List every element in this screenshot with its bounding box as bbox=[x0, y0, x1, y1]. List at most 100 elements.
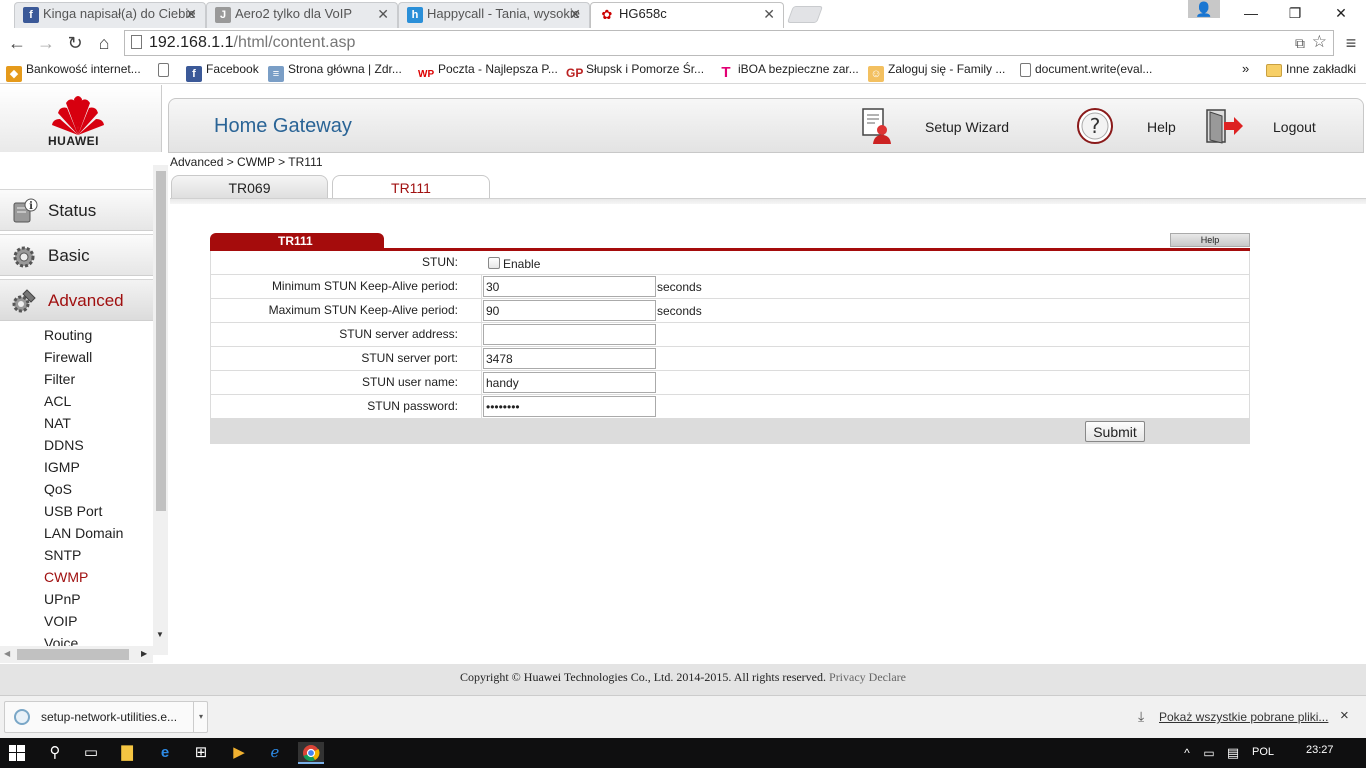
sidebar-subitem-upnp[interactable]: UPnP bbox=[0, 588, 153, 610]
close-icon[interactable]: ✕ bbox=[377, 3, 389, 25]
media-player-icon[interactable]: ▶ bbox=[226, 742, 252, 764]
task-view-icon[interactable]: ▭ bbox=[78, 742, 104, 764]
windows-start-icon[interactable] bbox=[4, 742, 30, 764]
other-bookmarks[interactable]: Inne zakładki bbox=[1266, 62, 1356, 77]
browser-tab-aero2[interactable]: J Aero2 tylko dla VoIP ✕ bbox=[206, 2, 398, 28]
sidebar-subitem-cwmp[interactable]: CWMP bbox=[0, 566, 153, 588]
sidebar-subitem-ddns[interactable]: DDNS bbox=[0, 434, 153, 456]
download-options-icon[interactable]: ▾ bbox=[193, 702, 208, 732]
bookmark-poczta[interactable]: WP Poczta - Najlepsza P... bbox=[418, 62, 558, 83]
browser-tab-facebook[interactable]: f Kinga napisał(a) do Ciebie ✕ bbox=[14, 2, 206, 28]
chrome-icon[interactable] bbox=[298, 742, 324, 764]
bookmarks-overflow[interactable]: » bbox=[1242, 61, 1249, 76]
sidebar-subitem-qos[interactable]: QoS bbox=[0, 478, 153, 500]
page-icon bbox=[1020, 63, 1031, 77]
help-link[interactable]: Help bbox=[1147, 119, 1176, 135]
scroll-right-icon[interactable]: ▶ bbox=[141, 649, 147, 658]
edge-icon[interactable]: e bbox=[152, 742, 178, 764]
setup-wizard-icon[interactable] bbox=[860, 107, 894, 145]
sidebar-subitem-nat[interactable]: NAT bbox=[0, 412, 153, 434]
notifications-icon[interactable]: ▤ bbox=[1220, 742, 1246, 764]
bookmark-iboa[interactable]: TiBOA bezpieczne zar... bbox=[718, 62, 859, 81]
scroll-left-icon[interactable]: ◀ bbox=[4, 649, 10, 658]
user-profile-icon[interactable]: 👤 bbox=[1188, 0, 1220, 18]
user-name-input[interactable] bbox=[483, 372, 656, 393]
logout-link[interactable]: Logout bbox=[1273, 119, 1316, 135]
browser-tab-hg658c[interactable]: ✿ HG658c ✕ bbox=[590, 2, 784, 28]
file-explorer-icon[interactable]: ▇ bbox=[114, 742, 140, 764]
bookmark-strona[interactable]: ≡ Strona główna | Zdr... bbox=[268, 62, 402, 82]
store-icon[interactable]: ⊞ bbox=[188, 742, 214, 764]
help-icon[interactable]: ? bbox=[1076, 107, 1114, 145]
sidebar-item-status[interactable]: i Status bbox=[0, 189, 153, 231]
close-icon[interactable]: ✕ bbox=[569, 3, 581, 25]
close-icon[interactable]: ✕ bbox=[185, 3, 197, 25]
back-icon[interactable]: ← bbox=[4, 31, 30, 55]
logout-icon[interactable] bbox=[1204, 107, 1244, 145]
address-bar[interactable]: 192.168.1.1/html/content.asp ⧉ ☆ bbox=[124, 30, 1334, 56]
new-tab-button[interactable] bbox=[786, 6, 824, 23]
panel-help-button[interactable]: Help bbox=[1170, 233, 1250, 247]
server-address-input[interactable] bbox=[483, 324, 656, 345]
sidebar-item-basic[interactable]: Basic bbox=[0, 234, 153, 276]
bookmark-slupsk[interactable]: GP Słupsk i Pomorze Śr... bbox=[566, 62, 704, 81]
sidebar-scrollbar-thumb[interactable] bbox=[156, 171, 166, 511]
scroll-down-icon[interactable]: ▼ bbox=[156, 630, 164, 639]
sidebar-subitem-filter[interactable]: Filter bbox=[0, 368, 153, 390]
password-input[interactable] bbox=[483, 396, 656, 417]
star-icon[interactable]: ☆ bbox=[1312, 30, 1327, 54]
bookmark-facebook[interactable]: f Facebook bbox=[186, 62, 259, 82]
sidebar-horizontal-scrollbar-thumb[interactable] bbox=[17, 649, 129, 660]
taskbar-clock[interactable]: 23:27 bbox=[1306, 744, 1334, 756]
window-close-button[interactable]: ✕ bbox=[1318, 0, 1364, 26]
sidebar-item-advanced[interactable]: Advanced bbox=[0, 279, 153, 321]
show-all-downloads-link[interactable]: Pokaż wszystkie pobrane pliki... bbox=[1159, 710, 1328, 724]
reload-icon[interactable]: ↻ bbox=[62, 31, 88, 55]
sidebar-subitem-acl[interactable]: ACL bbox=[0, 390, 153, 412]
minimize-button[interactable]: — bbox=[1228, 0, 1274, 26]
breadcrumb: Advanced > CWMP > TR111 bbox=[170, 155, 323, 169]
bookmark-family[interactable]: ☺ Zaloguj się - Family ... bbox=[868, 62, 1005, 82]
bookmark-blank[interactable] bbox=[158, 62, 173, 77]
server-port-input[interactable] bbox=[483, 348, 656, 369]
search-icon[interactable]: ⚲ bbox=[42, 742, 68, 764]
sidebar-subitem-lan-domain[interactable]: LAN Domain bbox=[0, 522, 153, 544]
sidebar-subitem-routing[interactable]: Routing bbox=[0, 324, 153, 346]
logo-text: HUAWEI bbox=[48, 134, 99, 148]
bookmark-label: Poczta - Najlepsza P... bbox=[438, 62, 558, 76]
bookmark-label: Zaloguj się - Family ... bbox=[888, 62, 1006, 76]
max-keepalive-input[interactable] bbox=[483, 300, 656, 321]
close-icon[interactable]: ✕ bbox=[763, 3, 775, 25]
sidebar-subitem-firewall[interactable]: Firewall bbox=[0, 346, 153, 368]
internet-explorer-icon[interactable]: ℯ bbox=[262, 742, 288, 764]
restore-button[interactable]: ❐ bbox=[1272, 0, 1318, 26]
tab-title: Kinga napisał(a) do Ciebie bbox=[43, 6, 196, 21]
tab-tr111[interactable]: TR111 bbox=[332, 175, 490, 199]
browser-tab-happycall[interactable]: h Happycall - Tania, wysokie ✕ bbox=[398, 2, 590, 28]
bookmark-bank[interactable]: ◆ Bankowość internet... bbox=[6, 62, 141, 82]
sidebar-subitem-sntp[interactable]: SNTP bbox=[0, 544, 153, 566]
battery-icon[interactable]: ▭ bbox=[1196, 742, 1222, 764]
huawei-logo-icon bbox=[52, 96, 104, 135]
menu-icon[interactable]: ≡ bbox=[1338, 31, 1364, 55]
huawei-icon: ✿ bbox=[599, 7, 615, 23]
download-bar-close-icon[interactable]: × bbox=[1340, 707, 1349, 724]
bookmark-document[interactable]: document.write(eval... bbox=[1020, 62, 1152, 77]
min-keepalive-input[interactable] bbox=[483, 276, 656, 297]
tab-tr069[interactable]: TR069 bbox=[171, 175, 328, 199]
stun-enable-checkbox[interactable] bbox=[488, 257, 500, 269]
min-keepalive-label: Minimum STUN Keep-Alive period: bbox=[271, 279, 458, 293]
windows-taskbar: ⚲ ▭ ▇ e ⊞ ▶ ℯ ^ ▭ ▤ POL 23:27 bbox=[0, 738, 1366, 768]
sidebar-subitem-usb-port[interactable]: USB Port bbox=[0, 500, 153, 522]
forward-icon[interactable]: → bbox=[33, 31, 59, 55]
privacy-declare-link[interactable]: Privacy Declare bbox=[829, 670, 906, 684]
setup-wizard-link[interactable]: Setup Wizard bbox=[925, 119, 1009, 135]
sidebar-subitem-igmp[interactable]: IGMP bbox=[0, 456, 153, 478]
input-language[interactable]: POL bbox=[1252, 746, 1274, 758]
home-icon[interactable]: ⌂ bbox=[91, 31, 117, 55]
download-item[interactable]: setup-network-utilities.e... ▾ bbox=[4, 701, 208, 733]
submit-button[interactable]: Submit bbox=[1085, 421, 1145, 442]
page-title: Home Gateway bbox=[214, 115, 352, 137]
sidebar-subitem-voip[interactable]: VOIP bbox=[0, 610, 153, 632]
translate-icon[interactable]: ⧉ bbox=[1295, 31, 1305, 55]
